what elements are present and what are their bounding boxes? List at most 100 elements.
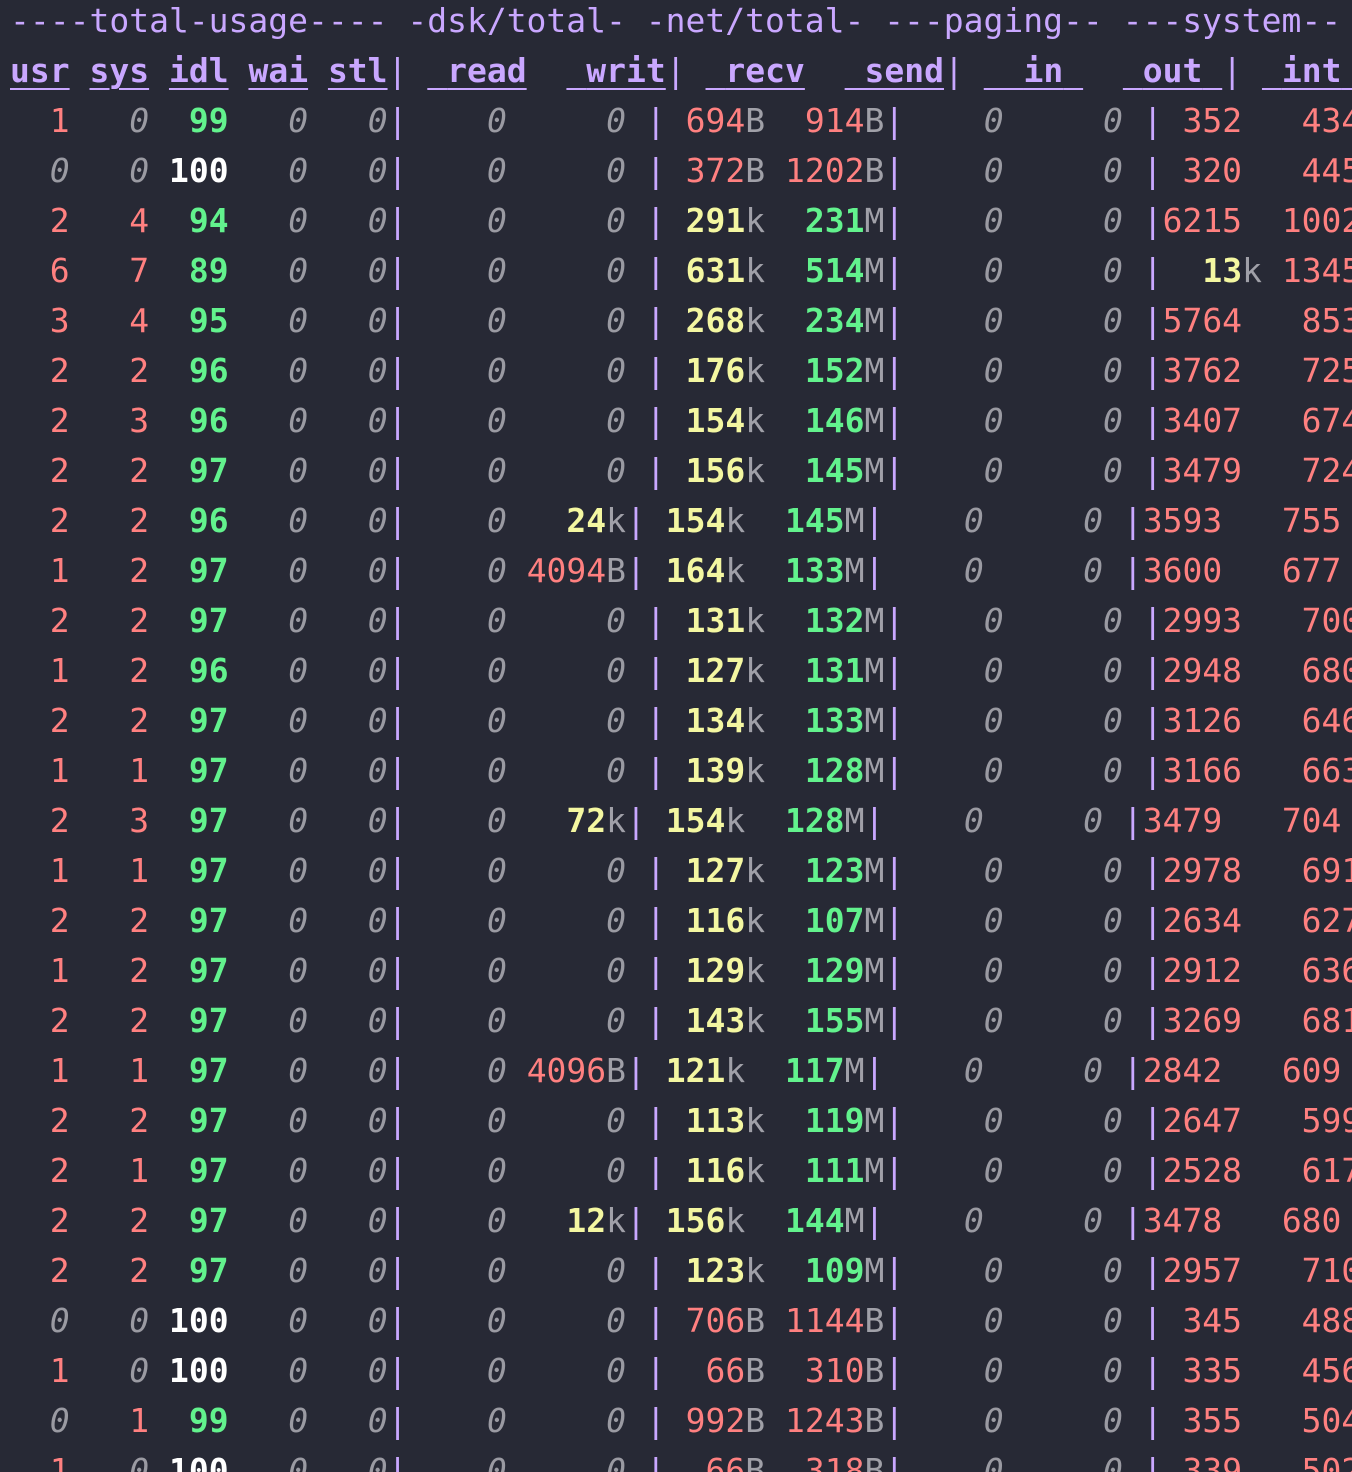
pad (507, 1051, 527, 1090)
pad (1004, 901, 1103, 940)
cell-csw: 680 (1301, 651, 1352, 690)
pad (904, 201, 983, 240)
pad (407, 851, 486, 890)
cell-read: 0 (486, 251, 507, 290)
cell-stl: 0 (367, 1401, 388, 1440)
cell-usr: 2 (49, 1101, 70, 1140)
pad (666, 101, 686, 140)
cell-int: 3600 (1142, 551, 1223, 590)
pad (407, 551, 486, 590)
column-separator: | (626, 501, 646, 540)
pad (149, 551, 189, 590)
pad (765, 251, 805, 290)
pad (1004, 601, 1103, 640)
cell-stl: 0 (367, 1351, 388, 1390)
pad (884, 1051, 963, 1090)
column-separator: | (645, 601, 666, 640)
cell-writ: 0 (606, 951, 627, 990)
pad (70, 751, 130, 790)
stats-row: 0 0 100 0 0| 0 0 | 372B 1202B| 0 0 | 320… (10, 146, 1352, 196)
column-header-pad (1123, 51, 1143, 90)
pad (229, 1201, 289, 1240)
pad (149, 701, 189, 740)
pad (904, 351, 983, 390)
column-separator: | (1122, 1151, 1163, 1190)
cell-idl: 97 (188, 1151, 229, 1190)
cell-int: 352 (1182, 101, 1243, 140)
pad (1242, 301, 1302, 340)
pad (646, 1051, 666, 1090)
cell-usr: 2 (49, 1251, 70, 1290)
cell-usr: 1 (49, 851, 70, 890)
cell-writ: 0 (606, 451, 627, 490)
stats-row: 1 1 97 0 0| 0 0 | 139k 128M| 0 0 |3166 6… (10, 746, 1352, 796)
cell-int: 3762 (1162, 351, 1243, 390)
pad (70, 1351, 130, 1390)
cell-recv-unit: k (745, 251, 766, 290)
pad (1004, 401, 1103, 440)
cell-csw: 646 (1301, 701, 1352, 740)
pad (70, 1001, 130, 1040)
pad (149, 101, 189, 140)
column-separator (805, 51, 845, 90)
pad (1004, 1101, 1103, 1140)
cell-int: 2634 (1162, 901, 1243, 940)
cell-sys: 2 (129, 451, 150, 490)
cell-recv-unit: k (725, 1051, 746, 1090)
cell-out: 0 (1102, 301, 1123, 340)
cell-out: 0 (1102, 1151, 1123, 1190)
pad (507, 1251, 606, 1290)
pad (626, 701, 646, 740)
cell-recv: 156 (685, 451, 746, 490)
cell-idl: 95 (188, 301, 229, 340)
cell-send: 231 (804, 201, 865, 240)
stats-row: 2 3 96 0 0| 0 0 | 154k 146M| 0 0 |3407 6… (10, 396, 1352, 446)
column-separator: | (387, 1051, 408, 1090)
cell-wai: 0 (288, 1351, 309, 1390)
pad (10, 1451, 50, 1472)
pad (70, 951, 130, 990)
pad (1242, 1301, 1302, 1340)
cell-in: 0 (983, 1151, 1004, 1190)
cell-send: 109 (804, 1251, 865, 1290)
cell-out: 0 (1102, 1251, 1123, 1290)
pad (765, 1351, 805, 1390)
pad (626, 851, 646, 890)
cell-csw: 434 (1301, 101, 1352, 140)
cell-wai: 0 (288, 801, 309, 840)
cell-send-unit: M (864, 1251, 885, 1290)
cell-wai: 0 (288, 901, 309, 940)
pad (229, 1001, 289, 1040)
pad (70, 851, 130, 890)
cell-recv: 706 (685, 1301, 746, 1340)
pad (1004, 351, 1103, 390)
cell-sys: 2 (129, 1201, 150, 1240)
cell-idl: 97 (188, 551, 229, 590)
cell-in: 0 (963, 501, 984, 540)
pad (10, 551, 50, 590)
column-separator: | (665, 51, 706, 90)
cell-recv-unit: k (745, 1001, 766, 1040)
pad (149, 1201, 189, 1240)
cell-out: 0 (1102, 101, 1123, 140)
pad (765, 1401, 785, 1440)
cell-usr: 0 (49, 151, 70, 190)
cell-out: 0 (1102, 251, 1123, 290)
column-separator: | (387, 551, 408, 590)
cell-writ: 0 (606, 1451, 627, 1472)
pad (70, 701, 130, 740)
pad (666, 251, 686, 290)
pad (407, 251, 486, 290)
column-separator: | (884, 1001, 905, 1040)
column-separator: | (1102, 501, 1143, 540)
cell-idl: 100 (168, 1451, 229, 1472)
cell-recv-unit: k (725, 501, 746, 540)
pad (666, 901, 686, 940)
cell-sys: 2 (129, 651, 150, 690)
cell-idl: 89 (188, 251, 229, 290)
terminal-window[interactable]: ----total-usage---- -dsk/total- -net/tot… (0, 0, 1352, 1472)
pad (229, 551, 289, 590)
cell-recv-unit: B (745, 151, 766, 190)
cell-out: 0 (1102, 601, 1123, 640)
cell-writ: 12 (566, 1201, 607, 1240)
